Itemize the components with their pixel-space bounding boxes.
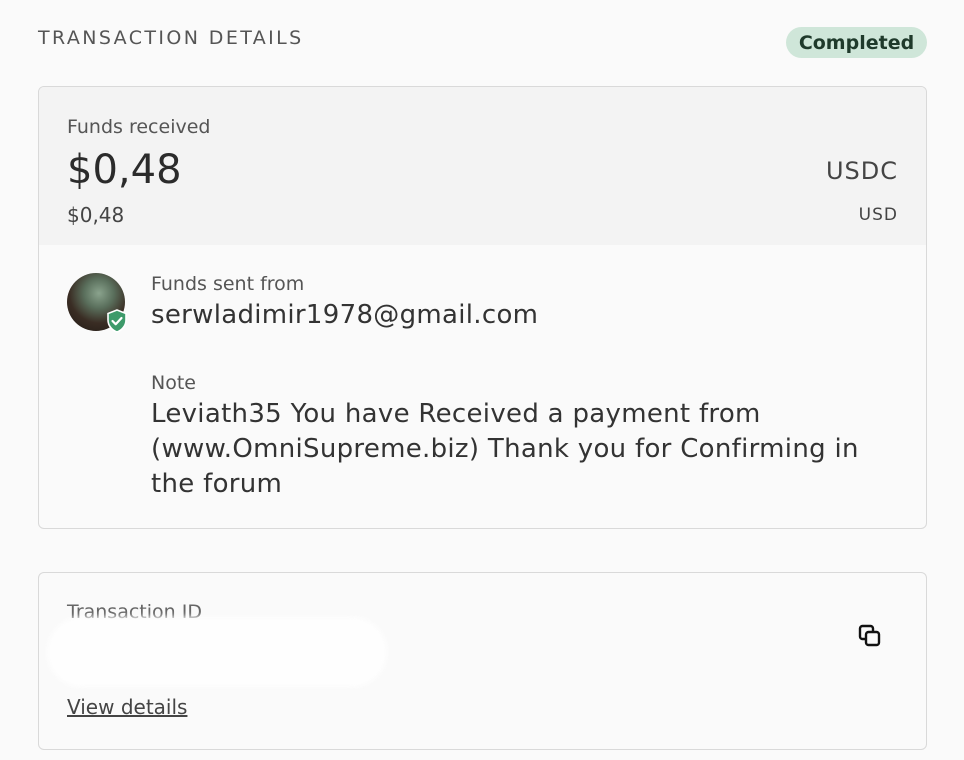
amount-secondary: $0,48 [67,203,125,227]
funds-received-label: Funds received [67,116,211,138]
shield-check-icon [107,309,127,333]
note-text: Leviath35 You have Received a payment fr… [151,399,859,499]
transaction-details-page: TRANSACTION DETAILS Completed Funds rece… [0,0,964,760]
currency-primary: USDC [825,157,898,185]
transaction-summary-card: Funds received $0,48 USDC $0,48 USD Fund… [38,86,927,529]
note-label: Note [151,372,196,394]
transaction-id-card: Transaction ID View details [38,572,927,750]
amount-primary: $0,48 [67,147,182,193]
section-title: TRANSACTION DETAILS [38,27,304,49]
funds-sent-from-label: Funds sent from [151,273,305,295]
copy-icon[interactable] [857,623,883,649]
status-badge: Completed [786,27,927,58]
amount-panel: Funds received $0,48 USDC $0,48 USD [39,87,926,245]
view-details-link[interactable]: View details [67,695,187,719]
currency-secondary: USD [858,205,898,225]
transaction-id-value [47,617,387,687]
sender-email: serwladimir1978@gmail.com [151,300,539,330]
